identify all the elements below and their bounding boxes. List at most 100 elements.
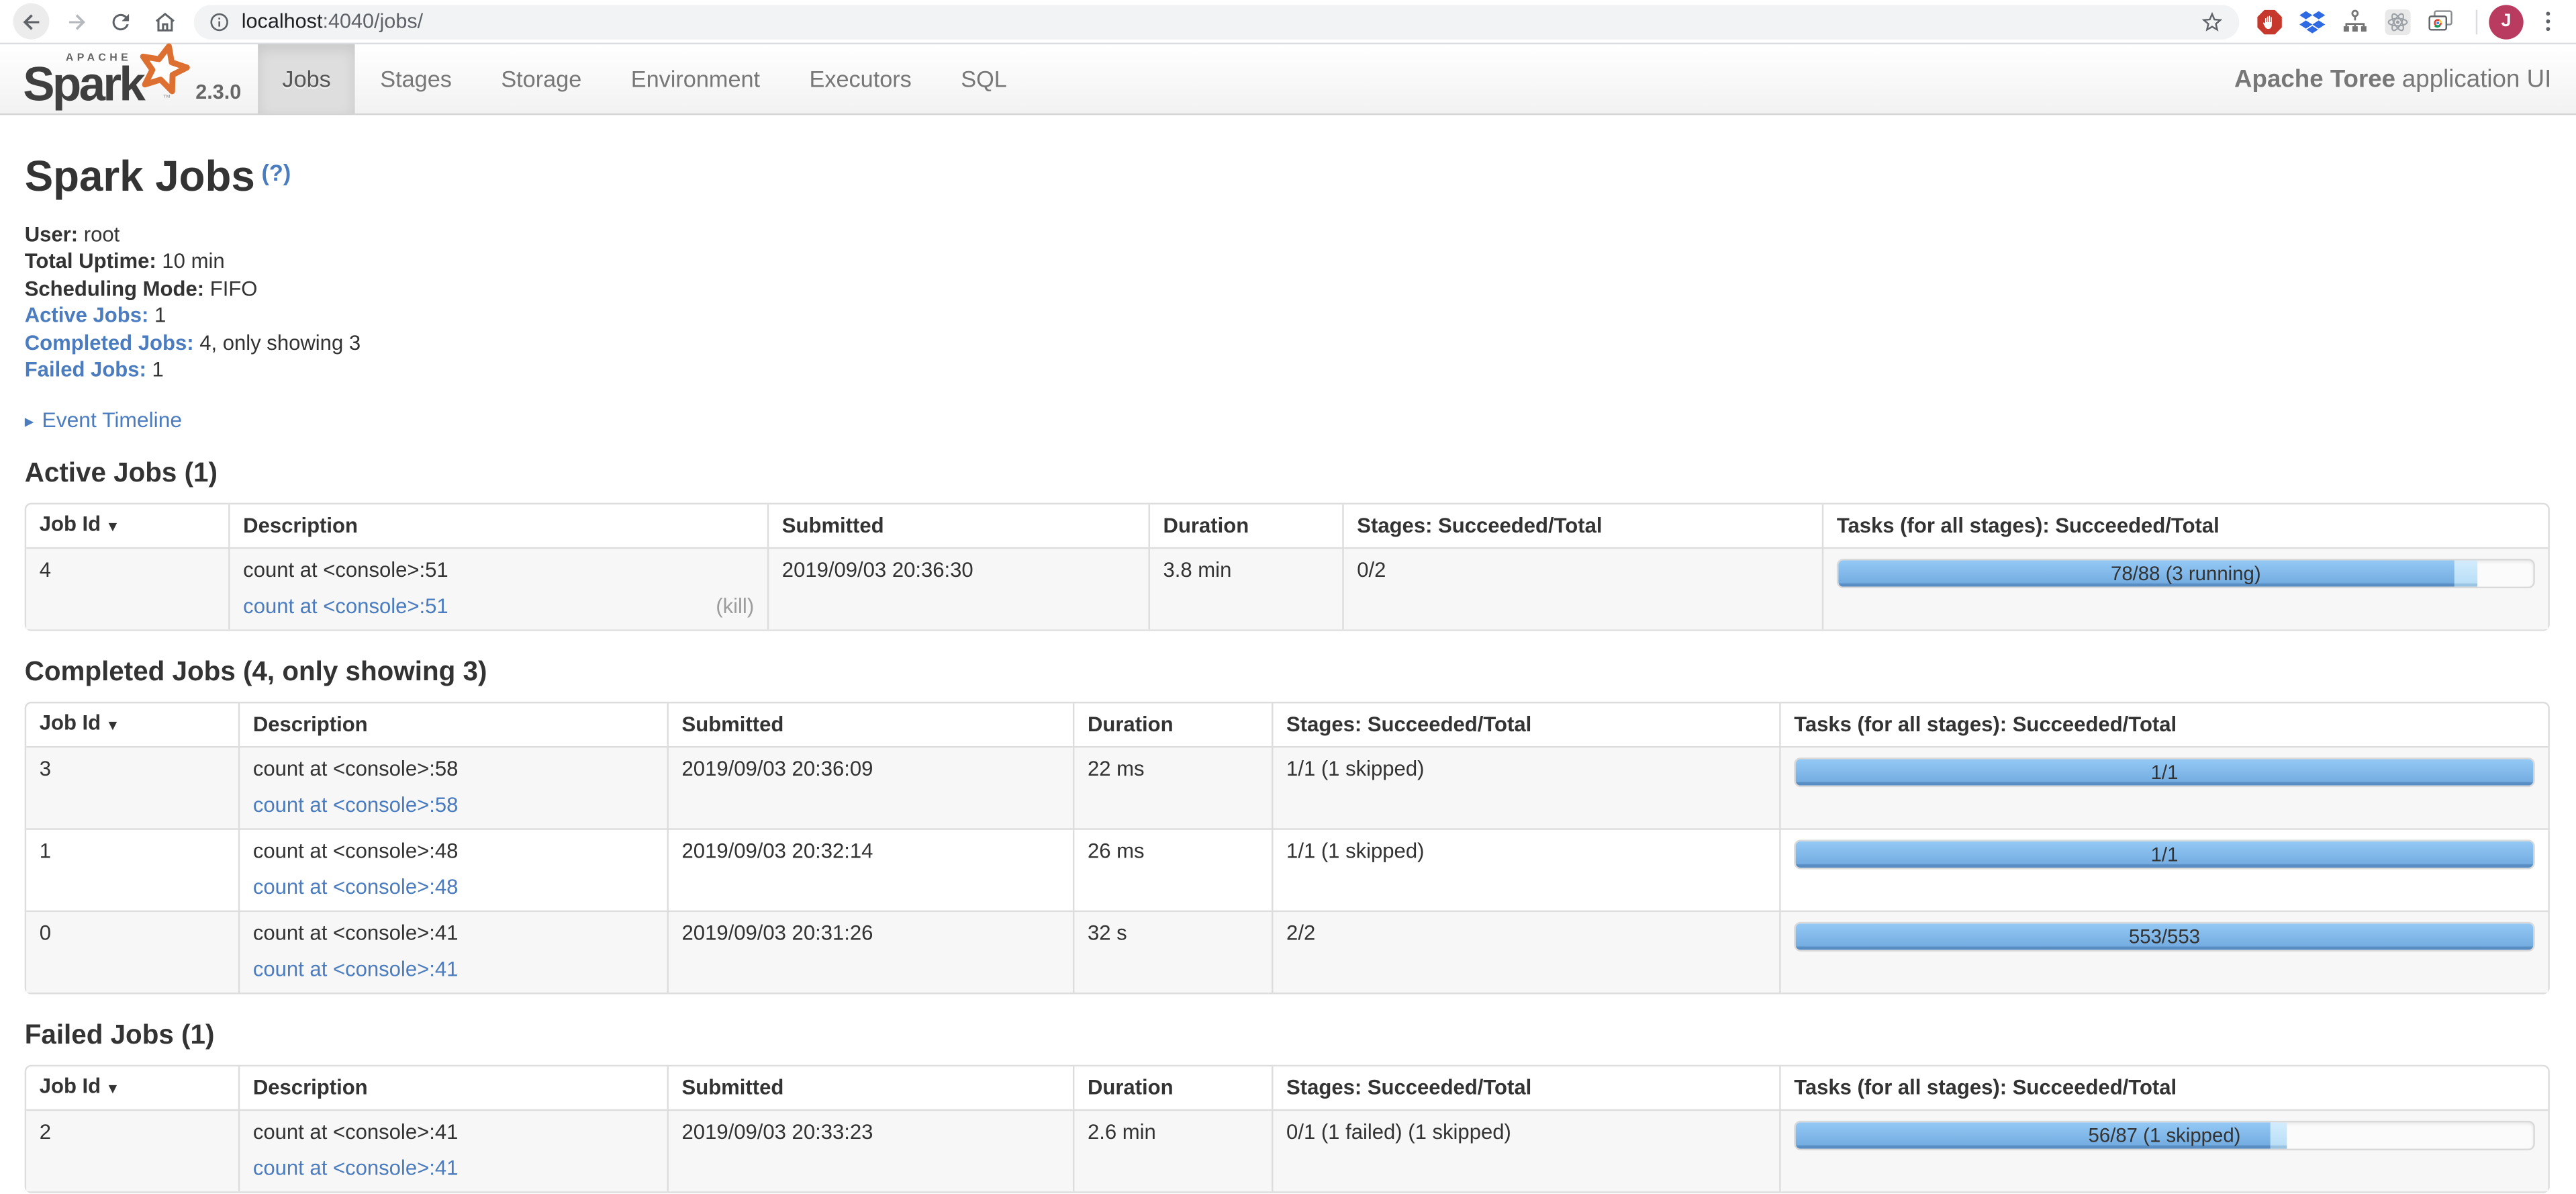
react-devtools-extension-icon[interactable] xyxy=(2384,7,2412,36)
description-text: count at <console>:41 xyxy=(253,1120,654,1148)
column-header-submitted[interactable]: Submitted xyxy=(667,1067,1073,1110)
task-progress-bar: 1/1 xyxy=(1794,758,2535,788)
column-header-job-id[interactable]: Job Id▾ xyxy=(26,505,228,548)
nav-tabs: Jobs Stages Storage Environment Executor… xyxy=(258,44,1032,113)
summary-scheduling-mode: Scheduling Mode: FIFO xyxy=(25,276,2550,303)
screenshot-extension-icon[interactable] xyxy=(2426,7,2454,36)
submitted-cell: 2019/09/03 20:36:30 xyxy=(767,548,1149,630)
tab-stages[interactable]: Stages xyxy=(356,44,477,113)
address-bar[interactable]: localhost:4040/jobs/ xyxy=(194,4,2240,38)
collapse-arrow-icon: ▸ xyxy=(25,413,34,432)
column-header-duration[interactable]: Duration xyxy=(1073,704,1272,747)
adblock-extension-icon[interactable] xyxy=(2256,7,2284,36)
profile-avatar[interactable]: J xyxy=(2489,4,2523,38)
submitted-cell: 2019/09/03 20:36:09 xyxy=(667,747,1073,829)
description-cell: count at <console>:51count at <console>:… xyxy=(228,548,767,630)
help-link[interactable]: (?) xyxy=(262,159,291,185)
section-heading: Completed Jobs (4, only showing 3) xyxy=(25,658,2550,689)
column-header-label: Tasks (for all stages): Succeeded/Total xyxy=(1837,514,2220,537)
column-header-stages-succeeded-total[interactable]: Stages: Succeeded/Total xyxy=(1272,704,1779,747)
spark-navbar: APACHE Spark ™ 2.3.0 Jobs Stages Storage… xyxy=(0,44,2576,115)
task-progress-bar: 553/553 xyxy=(1794,923,2535,952)
column-header-submitted[interactable]: Submitted xyxy=(767,505,1149,548)
forward-button[interactable] xyxy=(58,3,94,40)
extensions-cluster xyxy=(2256,7,2454,36)
jobs-sections: Active Jobs (1) Job Id▾DescriptionSubmit… xyxy=(25,459,2550,1194)
summary-uptime: Total Uptime: 10 min xyxy=(25,249,2550,276)
column-header-description[interactable]: Description xyxy=(228,505,767,548)
jobs-table: Job Id▾ Description Submitted Duration Stage… xyxy=(25,1066,2550,1194)
home-button[interactable] xyxy=(146,3,183,40)
tab-executors[interactable]: Executors xyxy=(785,44,937,113)
logo-spark-text: Spark xyxy=(23,62,143,110)
site-info-icon[interactable] xyxy=(209,11,230,32)
summary-completed-jobs: Completed Jobs: 4, only showing 3 xyxy=(25,330,2550,357)
url-host: localhost xyxy=(242,10,323,33)
kill-link[interactable]: (kill) xyxy=(716,594,754,622)
spark-logo[interactable]: APACHE Spark ™ 2.3.0 xyxy=(0,44,258,113)
column-header-duration[interactable]: Duration xyxy=(1149,505,1343,548)
description-cell: count at <console>:41 count at <console>:… xyxy=(238,1110,667,1192)
job-id-cell: 0 xyxy=(26,911,238,993)
tab-jobs[interactable]: Jobs xyxy=(258,44,356,113)
column-header-tasks-for-all-stages-succeeded-total[interactable]: Tasks (for all stages): Succeeded/Total xyxy=(1779,1067,2548,1110)
column-header-label: Stages: Succeeded/Total xyxy=(1286,713,1531,736)
refresh-button[interactable] xyxy=(102,3,138,40)
column-header-submitted[interactable]: Submitted xyxy=(667,704,1073,747)
column-header-job-id[interactable]: Job Id▾ xyxy=(26,1067,238,1110)
task-progress-bar: 1/1 xyxy=(1794,841,2535,870)
job-detail-link[interactable]: count at <console>:48 xyxy=(253,875,459,903)
failed-jobs-link[interactable]: Failed Jobs: xyxy=(25,359,146,381)
tab-sql[interactable]: SQL xyxy=(937,44,1032,113)
duration-cell: 26 ms xyxy=(1073,829,1272,911)
stages-cell: 2/2 xyxy=(1272,911,1779,993)
url-text: localhost:4040/jobs/ xyxy=(242,10,423,33)
progress-label: 553/553 xyxy=(1796,924,2534,950)
chrome-menu-button[interactable] xyxy=(2533,7,2563,36)
table-row: 2count at <console>:41count at <console>… xyxy=(26,1110,2548,1192)
table-row: 4count at <console>:51count at <console>… xyxy=(26,548,2548,630)
column-header-job-id[interactable]: Job Id▾ xyxy=(26,704,238,747)
column-header-tasks-for-all-stages-succeeded-total[interactable]: Tasks (for all stages): Succeeded/Total xyxy=(1822,505,2548,548)
tab-environment[interactable]: Environment xyxy=(606,44,785,113)
task-progress-bar: 78/88 (3 running) xyxy=(1837,559,2535,589)
description-text: count at <console>:41 xyxy=(253,921,654,949)
summary-user: User: root xyxy=(25,222,2550,248)
spark-version: 2.3.0 xyxy=(195,81,241,103)
active-jobs-link[interactable]: Active Jobs: xyxy=(25,304,149,327)
column-header-description[interactable]: Description xyxy=(238,1067,667,1110)
column-header-label: Job Id xyxy=(40,1075,101,1098)
column-header-label: Description xyxy=(253,1076,368,1099)
section-heading: Failed Jobs (1) xyxy=(25,1021,2550,1052)
tasks-cell: 78/88 (3 running) xyxy=(1822,548,2548,630)
column-header-label: Job Id xyxy=(40,713,101,735)
column-header-stages-succeeded-total[interactable]: Stages: Succeeded/Total xyxy=(1272,1067,1779,1110)
column-header-stages-succeeded-total[interactable]: Stages: Succeeded/Total xyxy=(1342,505,1822,548)
back-button[interactable] xyxy=(13,3,50,40)
sort-arrow-icon: ▾ xyxy=(109,518,116,535)
column-header-label: Description xyxy=(253,713,368,736)
submitted-cell: 2019/09/03 20:33:23 xyxy=(667,1110,1073,1192)
toolbar-divider xyxy=(2476,9,2477,34)
description-text: count at <console>:48 xyxy=(253,839,654,867)
submitted-cell: 2019/09/03 20:32:14 xyxy=(667,829,1073,911)
job-detail-link[interactable]: count at <console>:51 xyxy=(243,594,448,622)
column-header-label: Tasks (for all stages): Succeeded/Total xyxy=(1794,1076,2177,1099)
event-timeline-toggle[interactable]: ▸Event Timeline xyxy=(25,408,2550,433)
sitemap-extension-icon[interactable] xyxy=(2341,7,2369,36)
job-detail-link[interactable]: count at <console>:41 xyxy=(253,1156,459,1184)
duration-cell: 22 ms xyxy=(1073,747,1272,829)
column-header-label: Duration xyxy=(1088,1076,1174,1099)
bookmark-star-icon[interactable] xyxy=(2200,9,2225,34)
job-detail-link[interactable]: count at <console>:41 xyxy=(253,957,459,985)
column-header-duration[interactable]: Duration xyxy=(1073,1067,1272,1110)
stages-cell: 1/1 (1 skipped) xyxy=(1272,747,1779,829)
dropbox-extension-icon[interactable] xyxy=(2298,7,2326,36)
tasks-cell: 1/1 xyxy=(1779,747,2548,829)
job-detail-link[interactable]: count at <console>:58 xyxy=(253,793,459,821)
column-header-tasks-for-all-stages-succeeded-total[interactable]: Tasks (for all stages): Succeeded/Total xyxy=(1779,704,2548,747)
tab-storage[interactable]: Storage xyxy=(477,44,606,113)
completed-jobs-link[interactable]: Completed Jobs: xyxy=(25,331,194,354)
column-header-description[interactable]: Description xyxy=(238,704,667,747)
column-header-label: Submitted xyxy=(682,1076,784,1099)
